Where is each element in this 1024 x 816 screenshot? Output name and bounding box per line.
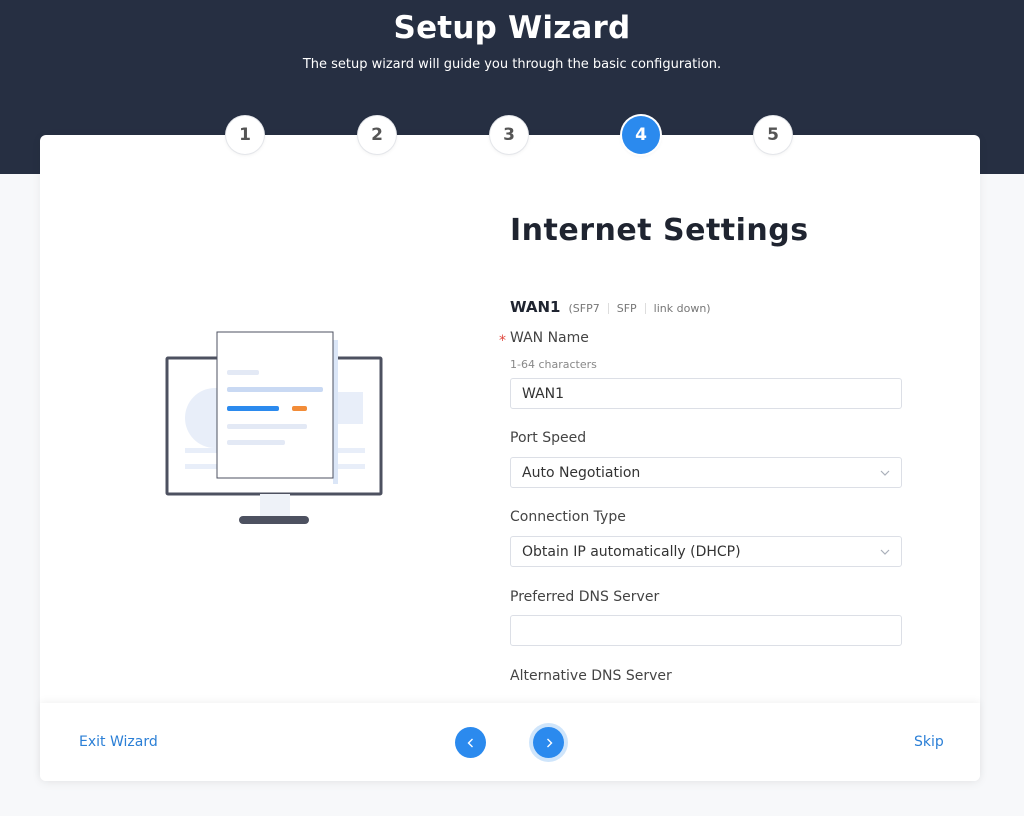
exit-wizard-link[interactable]: Exit Wizard	[79, 734, 158, 750]
meta-divider	[607, 303, 609, 314]
wan-header: WAN1 (SFP7 SFP link down)	[510, 298, 711, 316]
step-5[interactable]: 5	[754, 116, 792, 154]
wan-name-hint: 1-64 characters	[510, 358, 597, 371]
next-button[interactable]	[533, 727, 564, 758]
monitor-document-illustration	[165, 330, 385, 530]
step-2[interactable]: 2	[358, 116, 396, 154]
step-indicator: 1 2 3 4 5	[0, 116, 1024, 156]
wan-port-info: (SFP7 SFP link down)	[568, 302, 710, 315]
step-1[interactable]: 1	[226, 116, 264, 154]
port-speed-value: Auto Negotiation	[522, 464, 641, 481]
skip-link[interactable]: Skip	[914, 734, 944, 750]
chevron-down-icon	[880, 470, 890, 476]
connection-type-label: Connection Type	[510, 509, 626, 525]
chevron-left-icon	[467, 738, 473, 747]
step-3[interactable]: 3	[490, 116, 528, 154]
wan-interface-name: WAN1	[510, 298, 561, 316]
wan-name-value: WAN1	[522, 385, 565, 402]
alternative-dns-label: Alternative DNS Server	[510, 668, 672, 684]
preferred-dns-label: Preferred DNS Server	[510, 589, 660, 605]
wizard-footer	[40, 703, 980, 781]
wan-port-type: SFP	[616, 302, 637, 315]
page-title: Setup Wizard	[393, 10, 631, 46]
section-title: Internet Settings	[510, 213, 809, 248]
meta-divider	[644, 303, 646, 314]
chevron-down-icon	[880, 549, 890, 555]
wan-name-label: WAN Name	[510, 330, 589, 346]
preferred-dns-input[interactable]	[510, 615, 902, 646]
chevron-right-icon	[546, 738, 552, 747]
page-subtitle: The setup wizard will guide you through …	[302, 57, 722, 72]
wan-name-input[interactable]: WAN1	[510, 378, 902, 409]
port-speed-label: Port Speed	[510, 430, 587, 446]
previous-button[interactable]	[455, 727, 486, 758]
port-speed-select[interactable]: Auto Negotiation	[510, 457, 902, 488]
required-marker: *	[499, 333, 506, 349]
wan-port: (SFP7	[568, 302, 600, 315]
wan-link-status: link down)	[653, 302, 711, 315]
connection-type-value: Obtain IP automatically (DHCP)	[522, 543, 741, 560]
connection-type-select[interactable]: Obtain IP automatically (DHCP)	[510, 536, 902, 567]
step-4[interactable]: 4	[622, 116, 660, 154]
